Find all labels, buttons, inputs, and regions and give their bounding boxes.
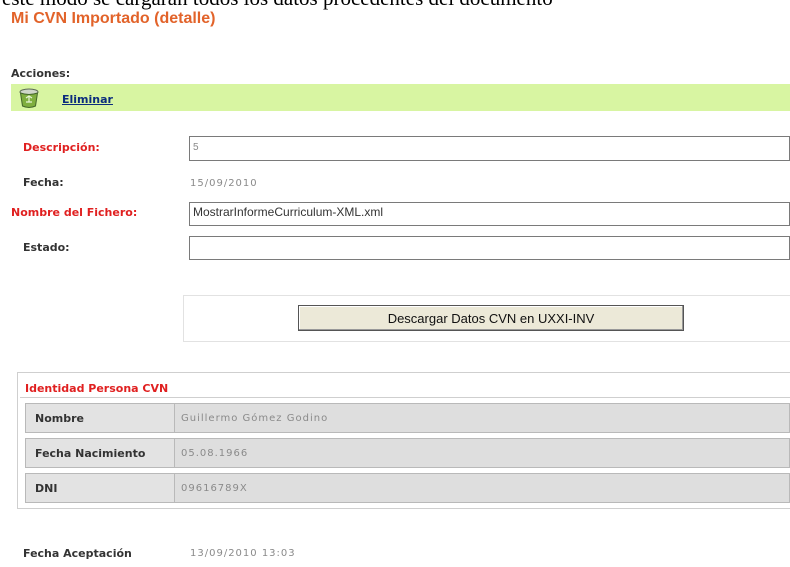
fecha-aceptacion-value: 13/09/2010 13:03 xyxy=(190,548,296,559)
page-title: Mi CVN Importado (detalle) xyxy=(11,10,216,27)
fichero-label: Nombre del Fichero: xyxy=(11,206,138,219)
fecha-aceptacion-label: Fecha Aceptación xyxy=(23,547,132,560)
identity-title: Identidad Persona CVN xyxy=(25,382,169,395)
dni-value: 09616789X xyxy=(181,482,248,494)
fecha-value: 15/09/2010 xyxy=(190,178,258,189)
dni-value-cell: 09616789X xyxy=(175,473,790,503)
descripcion-value: 5 xyxy=(193,142,200,153)
nombre-key: Nombre xyxy=(25,403,175,433)
nombre-value: Guillermo Gómez Godino xyxy=(181,412,329,424)
fecha-nacimiento-value: 05.08.1966 xyxy=(181,447,249,459)
fecha-nacimiento-value-cell: 05.08.1966 xyxy=(175,438,790,468)
fecha-label: Fecha: xyxy=(23,176,64,189)
descripcion-label: Descripción: xyxy=(23,141,100,154)
estado-field[interactable] xyxy=(189,236,790,260)
download-cvn-button[interactable]: Descargar Datos CVN en UXXI-INV xyxy=(298,305,684,331)
dni-key: DNI xyxy=(25,473,175,503)
descripcion-field[interactable]: 5 xyxy=(189,136,790,161)
actions-label: Acciones: xyxy=(11,67,71,80)
fecha-nacimiento-key: Fecha Nacimiento xyxy=(25,438,175,468)
delete-link[interactable]: Eliminar xyxy=(62,93,113,106)
fichero-value: MostrarInformeCurriculum-XML.xml xyxy=(193,205,384,219)
recycle-bin-icon[interactable] xyxy=(18,87,40,109)
table-row: DNI 09616789X xyxy=(25,473,790,503)
estado-label: Estado: xyxy=(23,241,70,254)
nombre-value-cell: Guillermo Gómez Godino xyxy=(175,403,790,433)
identity-divider xyxy=(20,397,790,398)
fichero-field[interactable]: MostrarInformeCurriculum-XML.xml xyxy=(189,202,790,226)
table-row: Nombre Guillermo Gómez Godino xyxy=(25,403,790,433)
table-row: Fecha Nacimiento 05.08.1966 xyxy=(25,438,790,468)
actions-bar xyxy=(11,84,790,111)
